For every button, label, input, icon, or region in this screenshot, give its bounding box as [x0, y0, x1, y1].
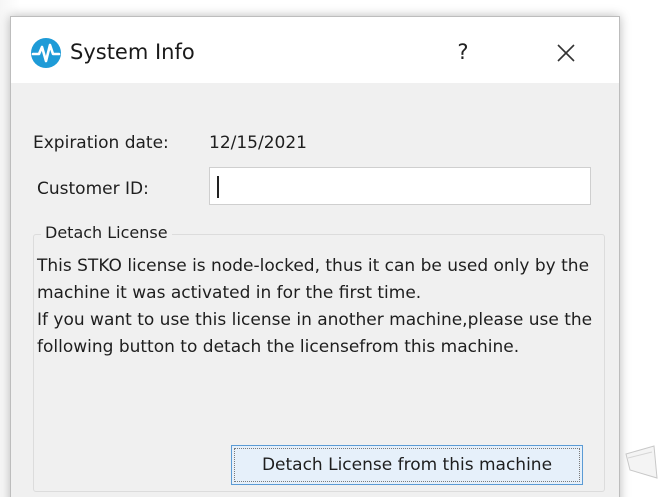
description-paragraph-1: This STKO license is node-locked, thus i…: [37, 256, 590, 303]
system-info-dialog: System Info ? Expiration date: 12/15/202…: [10, 16, 620, 497]
close-icon: [557, 43, 575, 62]
title-bar[interactable]: System Info ?: [11, 17, 619, 83]
text-caret: [217, 176, 219, 198]
detach-license-group-title: Detach License: [41, 223, 172, 242]
detach-license-description: This STKO license is node-locked, thus i…: [37, 253, 605, 361]
detach-license-button[interactable]: Detach License from this machine: [231, 445, 583, 485]
desktop-background: System Info ? Expiration date: 12/15/202…: [0, 0, 658, 497]
window-title: System Info: [70, 40, 195, 64]
dialog-body: Expiration date: 12/15/2021 Customer ID:…: [11, 83, 619, 497]
expiration-date-value: 12/15/2021: [209, 133, 307, 153]
focus-rectangle: [234, 448, 580, 482]
expiration-date-label: Expiration date:: [33, 133, 169, 153]
app-logo-icon: [31, 38, 61, 68]
description-paragraph-2: If you want to use this license in anoth…: [37, 310, 593, 357]
customer-id-input[interactable]: [209, 167, 591, 205]
help-button[interactable]: ?: [441, 35, 485, 69]
close-button[interactable]: [541, 35, 591, 69]
partial-cursor-graphic: [625, 445, 658, 479]
customer-id-label: Customer ID:: [37, 179, 149, 199]
